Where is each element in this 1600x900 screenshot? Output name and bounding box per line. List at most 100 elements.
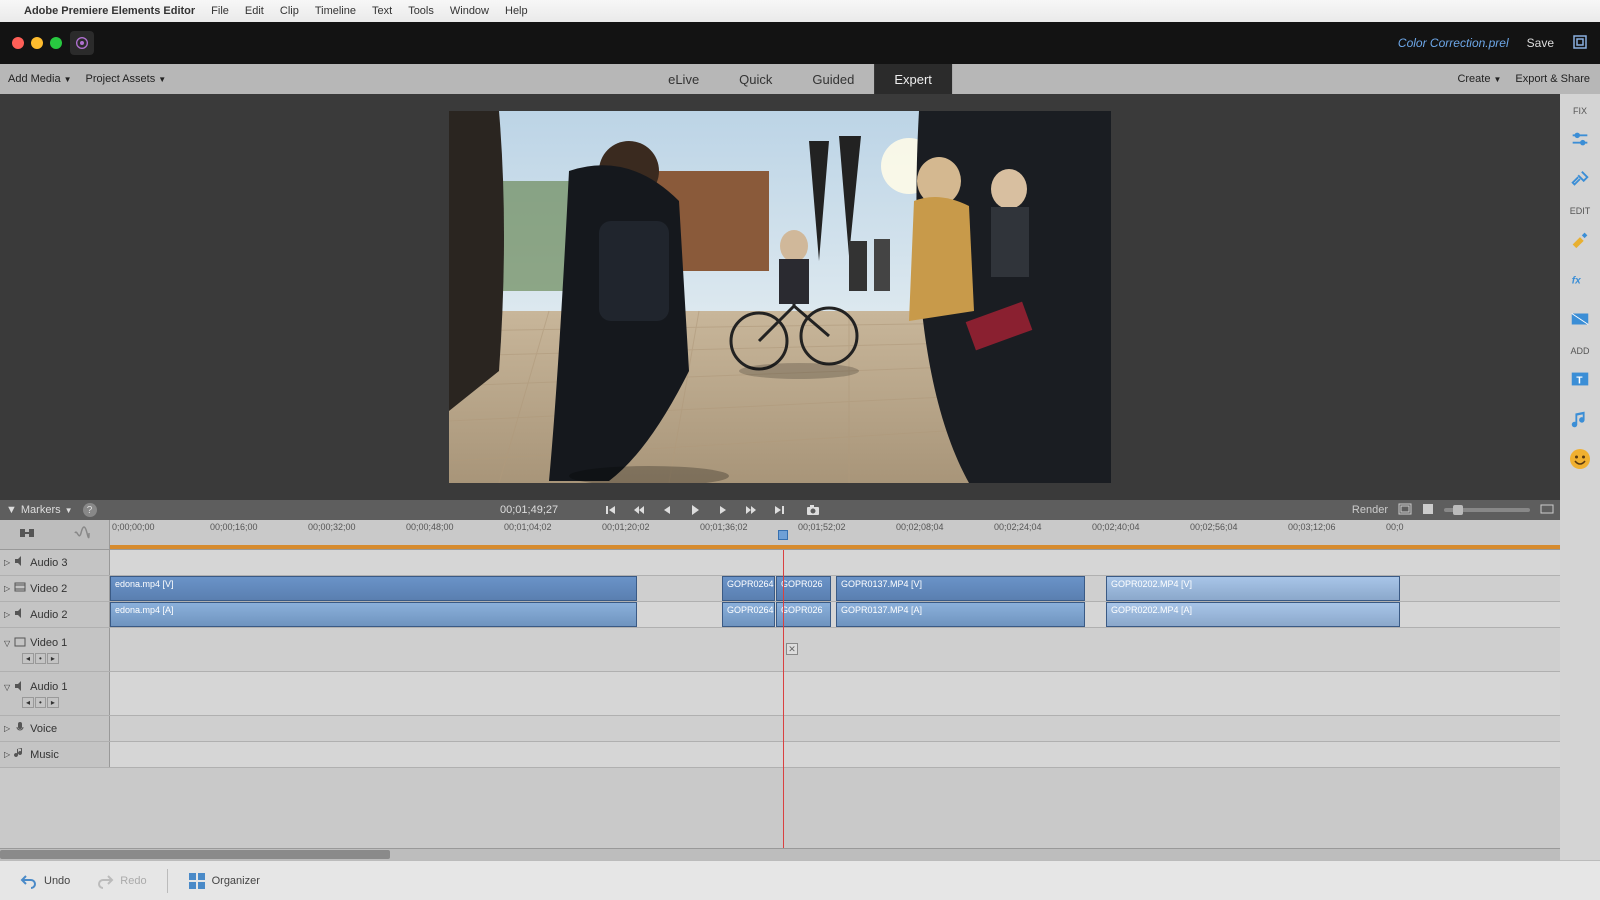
speaker-icon[interactable]: [14, 555, 26, 570]
prev-frame-icon[interactable]: [660, 503, 674, 517]
film-icon[interactable]: [14, 636, 26, 651]
speaker-icon[interactable]: [14, 680, 26, 695]
clip-g026-a[interactable]: GOPR026: [776, 602, 831, 627]
mic-icon[interactable]: [14, 721, 26, 736]
fullscreen-icon[interactable]: [1572, 34, 1588, 53]
fit-timeline-icon[interactable]: [1540, 503, 1554, 518]
menu-clip[interactable]: Clip: [280, 5, 299, 17]
tab-elive[interactable]: eLive: [648, 64, 719, 94]
save-button[interactable]: Save: [1527, 36, 1554, 50]
app-logo-icon: [70, 31, 94, 55]
window-zoom-button[interactable]: [50, 37, 62, 49]
clip-sedona-a[interactable]: edona.mp4 [A]: [110, 602, 637, 627]
window-chrome: Color Correction.prel Save: [0, 22, 1600, 64]
tab-guided[interactable]: Guided: [792, 64, 874, 94]
track-nudge-right-icon[interactable]: ▸: [47, 653, 59, 664]
app-name-menu[interactable]: Adobe Premiere Elements Editor: [24, 5, 195, 17]
step-back-icon[interactable]: [632, 503, 646, 517]
expand-track-icon[interactable]: ▷: [4, 610, 10, 619]
fx-icon[interactable]: fx: [1565, 264, 1595, 294]
main-toolbar: Add Media▼ Project Assets▼ eLive Quick G…: [0, 64, 1600, 94]
audio-tool-icon[interactable]: [73, 524, 91, 545]
effects-brush-icon[interactable]: [1565, 224, 1595, 254]
help-icon[interactable]: ?: [83, 503, 97, 517]
playhead-handle[interactable]: [778, 530, 788, 540]
section-fix-label: FIX: [1573, 106, 1587, 116]
tools-wrench-icon[interactable]: [1565, 164, 1595, 194]
timeline-ruler[interactable]: 0;00;00;00 00;00;16;00 00;00;32;00 00;00…: [110, 520, 1560, 549]
clip-g202-a[interactable]: GOPR0202.MP4 [A]: [1106, 602, 1400, 627]
render-button[interactable]: Render: [1352, 504, 1388, 516]
work-area-bar[interactable]: [110, 545, 1560, 549]
clip-g264-a[interactable]: GOPR0264.: [722, 602, 775, 627]
mac-menu-bar: Adobe Premiere Elements Editor File Edit…: [0, 0, 1600, 22]
add-media-button[interactable]: Add Media▼: [8, 73, 72, 85]
track-music: ▷Music: [0, 742, 1560, 768]
redo-button[interactable]: Redo: [86, 868, 156, 894]
snapshot-camera-icon[interactable]: [806, 503, 820, 517]
tab-expert[interactable]: Expert: [874, 64, 952, 94]
timeline-tracks-area: 0;00;00;00 00;00;16;00 00;00;32;00 00;00…: [0, 520, 1560, 860]
selection-tool-icon[interactable]: [18, 524, 36, 545]
collapse-track-icon[interactable]: ▽: [4, 683, 10, 692]
collapse-track-icon[interactable]: ▽: [4, 639, 10, 648]
create-button[interactable]: Create▼: [1457, 73, 1501, 85]
step-fwd-icon[interactable]: [744, 503, 758, 517]
view-toggle-icon[interactable]: [1422, 503, 1434, 518]
safe-margins-icon[interactable]: [1398, 503, 1412, 518]
playhead-line[interactable]: [783, 550, 784, 848]
play-icon[interactable]: [688, 503, 702, 517]
speaker-icon[interactable]: [14, 607, 26, 622]
transitions-icon[interactable]: [1565, 304, 1595, 334]
music-icon[interactable]: [1565, 404, 1595, 434]
film-icon[interactable]: [14, 581, 26, 596]
track-nudge-left-icon[interactable]: ◂: [22, 697, 34, 708]
track-nudge-mid-icon[interactable]: •: [35, 697, 46, 708]
graphics-smiley-icon[interactable]: [1565, 444, 1595, 474]
menu-file[interactable]: File: [211, 5, 229, 17]
goto-end-icon[interactable]: [772, 503, 786, 517]
titles-icon[interactable]: T: [1565, 364, 1595, 394]
menu-help[interactable]: Help: [505, 5, 528, 17]
tab-quick[interactable]: Quick: [719, 64, 792, 94]
section-add-label: ADD: [1570, 346, 1589, 356]
current-timecode[interactable]: 00;01;49;27: [500, 504, 558, 516]
menu-timeline[interactable]: Timeline: [315, 5, 356, 17]
project-assets-button[interactable]: Project Assets▼: [86, 73, 167, 85]
expand-track-icon[interactable]: ▷: [4, 750, 10, 759]
window-minimize-button[interactable]: [31, 37, 43, 49]
clip-g026-v[interactable]: GOPR026: [776, 576, 831, 601]
svg-text:fx: fx: [1572, 276, 1581, 287]
goto-start-icon[interactable]: [604, 503, 618, 517]
track-nudge-left-icon[interactable]: ◂: [22, 653, 34, 664]
note-icon[interactable]: [14, 747, 26, 762]
track-nudge-mid-icon[interactable]: •: [35, 653, 46, 664]
timeline-zoom-slider[interactable]: [1444, 508, 1530, 512]
right-tools-panel: FIX EDIT fx ADD T: [1560, 94, 1600, 860]
track-nudge-right-icon[interactable]: ▸: [47, 697, 59, 708]
window-close-button[interactable]: [12, 37, 24, 49]
clip-sedona-v[interactable]: edona.mp4 [V]: [110, 576, 637, 601]
marker-delete-icon[interactable]: ✕: [786, 643, 798, 655]
menu-window[interactable]: Window: [450, 5, 489, 17]
adjust-tool-icon[interactable]: [1565, 124, 1595, 154]
export-share-button[interactable]: Export & Share: [1515, 73, 1590, 85]
clip-g264-v[interactable]: GOPR0264.: [722, 576, 775, 601]
clip-g137-a[interactable]: GOPR0137.MP4 [A]: [836, 602, 1085, 627]
expand-track-icon[interactable]: ▷: [4, 584, 10, 593]
timeline-horizontal-scrollbar[interactable]: [0, 848, 1560, 860]
organizer-button[interactable]: Organizer: [178, 868, 270, 894]
menu-tools[interactable]: Tools: [408, 5, 434, 17]
clip-g202-v[interactable]: GOPR0202.MP4 [V]: [1106, 576, 1400, 601]
undo-button[interactable]: Undo: [10, 868, 80, 894]
bottom-bar: Undo Redo Organizer: [0, 860, 1600, 900]
expand-track-icon[interactable]: ▷: [4, 724, 10, 733]
next-frame-icon[interactable]: [716, 503, 730, 517]
svg-text:T: T: [1576, 376, 1583, 387]
program-monitor[interactable]: [449, 111, 1111, 483]
expand-track-icon[interactable]: ▷: [4, 558, 10, 567]
clip-g137-v[interactable]: GOPR0137.MP4 [V]: [836, 576, 1085, 601]
menu-text[interactable]: Text: [372, 5, 392, 17]
markers-dropdown[interactable]: Markers ▼: [21, 504, 73, 516]
menu-edit[interactable]: Edit: [245, 5, 264, 17]
